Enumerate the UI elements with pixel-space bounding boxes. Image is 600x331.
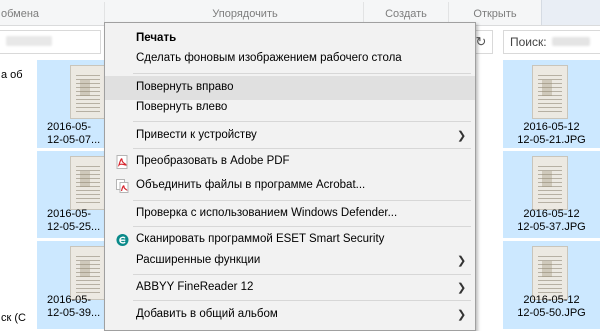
menu-separator — [133, 200, 471, 201]
menu-item-label: Привести к устройству — [136, 129, 257, 141]
file-name-line1: 2016-05-12 — [523, 208, 580, 220]
file-tile[interactable]: 2016-05- 12-05-07... — [37, 60, 105, 148]
menu-item-defender-scan[interactable]: Проверка с использованием Windows Defend… — [105, 202, 475, 226]
context-menu: Печать Сделать фоновым изображением рабо… — [104, 22, 476, 331]
submenu-arrow-icon: ❯ — [457, 309, 467, 321]
submenu-arrow-icon: ❯ — [457, 282, 467, 294]
file-name-line2: 12-05-07... — [47, 134, 101, 146]
navigation-pane: а об ск (C — [0, 56, 36, 329]
menu-separator — [133, 226, 471, 227]
ribbon-select-group[interactable] — [541, 0, 600, 25]
file-name-line2: 12-05-21.JPG — [517, 134, 586, 146]
file-name-line1: 2016-05- — [47, 121, 92, 133]
file-name-line1: 2016-05-12 — [523, 294, 580, 306]
menu-item-label: Объединить файлы в программе Acrobat... — [136, 179, 366, 191]
menu-item-label: Расширенные функции — [136, 254, 261, 266]
menu-separator — [133, 73, 471, 74]
menu-item-label: Повернуть влево — [136, 101, 228, 113]
file-name-line1: 2016-05- — [47, 208, 92, 220]
menu-item-cast-to-device[interactable]: Привести к устройству ❯ — [105, 124, 475, 148]
file-name-line1: 2016-05- — [47, 294, 92, 306]
file-name-line1: 2016-05-12 — [523, 121, 580, 133]
menu-item-convert-pdf[interactable]: Преобразовать в Adobe PDF — [105, 150, 475, 174]
address-field[interactable] — [0, 30, 101, 54]
menu-item-label: Повернуть вправо — [136, 81, 234, 93]
file-tile[interactable]: 2016-05-12 12-05-37.JPG — [503, 151, 600, 238]
adobe-pdf-icon — [116, 155, 128, 169]
search-placeholder-blurred — [552, 37, 590, 46]
ribbon-separator — [104, 2, 105, 24]
image-thumbnail — [71, 247, 105, 299]
menu-item-abbyy[interactable]: ABBYY FineReader 12 ❯ — [105, 276, 475, 300]
menu-item-combine-acrobat[interactable]: Объединить файлы в программе Acrobat... — [105, 174, 475, 198]
address-path-blurred — [6, 36, 52, 46]
menu-separator — [133, 148, 471, 149]
menu-item-advanced[interactable]: Расширенные функции ❯ — [105, 249, 475, 273]
file-tile[interactable]: 2016-05-12 12-05-21.JPG — [503, 60, 600, 148]
file-name-line2: 12-05-50.JPG — [517, 307, 586, 319]
eset-icon — [116, 233, 129, 247]
ribbon-group-share-label: обмена — [0, 8, 40, 20]
submenu-arrow-icon: ❯ — [457, 130, 467, 142]
file-name-line2: 12-05-25... — [47, 221, 101, 233]
search-input[interactable]: Поиск: — [503, 30, 600, 54]
nav-item[interactable]: ск (C — [1, 312, 26, 324]
file-name-line2: 12-05-39... — [47, 307, 101, 319]
file-tile[interactable]: 2016-05- 12-05-25... — [37, 151, 105, 238]
menu-item-label: Проверка с использованием Windows Defend… — [136, 207, 398, 219]
image-thumbnail — [71, 157, 105, 209]
search-label: Поиск: — [510, 35, 547, 49]
acrobat-combine-icon — [116, 179, 129, 193]
menu-item-rotate-left[interactable]: Повернуть влево — [105, 96, 475, 120]
menu-item-label: Печать — [136, 32, 177, 44]
nav-item[interactable]: а об — [1, 69, 23, 81]
refresh-icon: ↻ — [475, 34, 487, 49]
menu-item-label: Преобразовать в Adobe PDF — [136, 155, 290, 167]
image-thumbnail — [533, 247, 567, 299]
menu-item-shared-album[interactable]: Добавить в общий альбом ❯ — [105, 303, 475, 327]
menu-separator — [133, 121, 471, 122]
menu-item-label: ABBYY FineReader 12 — [136, 281, 254, 293]
file-name-line2: 12-05-37.JPG — [517, 221, 586, 233]
menu-item-label: Сделать фоновым изображением рабочего ст… — [136, 52, 402, 64]
submenu-arrow-icon: ❯ — [457, 255, 467, 267]
menu-item-set-wallpaper[interactable]: Сделать фоновым изображением рабочего ст… — [105, 47, 475, 71]
menu-item-label: Добавить в общий альбом — [136, 308, 278, 320]
image-thumbnail — [71, 66, 105, 118]
image-thumbnail — [533, 66, 567, 118]
file-tile[interactable]: 2016-05- 12-05-39... — [37, 241, 105, 329]
menu-separator — [133, 274, 471, 275]
image-thumbnail — [533, 157, 567, 209]
file-tile[interactable]: 2016-05-12 12-05-50.JPG — [503, 241, 600, 329]
menu-separator — [133, 300, 471, 301]
menu-item-label: Сканировать программой ESET Smart Securi… — [136, 233, 385, 245]
